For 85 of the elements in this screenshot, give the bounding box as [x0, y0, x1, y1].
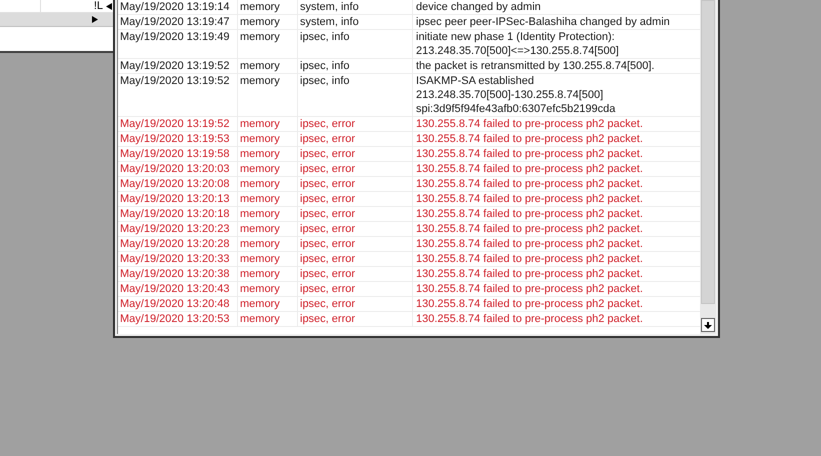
buffer-cell: memory	[238, 237, 298, 251]
message-line: 130.255.8.74 failed to pre-process ph2 packet.	[416, 237, 644, 251]
time-cell: May/19/2020 13:19:58	[118, 147, 238, 161]
message-line: 213.248.35.70[500]<=>130.255.8.74[500]	[416, 44, 620, 58]
topics-cell: ipsec, error	[298, 117, 413, 131]
buffer-cell: memory	[238, 0, 298, 14]
topics-cell: system, info	[298, 15, 413, 29]
time-cell: May/19/2020 13:19:49	[118, 30, 238, 58]
buffer-cell: memory	[238, 177, 298, 191]
message-line: 130.255.8.74 failed to pre-process ph2 packet.	[416, 147, 644, 161]
time-cell: May/19/2020 13:20:48	[118, 297, 238, 311]
topics-cell: ipsec, error	[298, 267, 413, 281]
message-line: device changed by admin	[416, 0, 542, 14]
buffer-cell: memory	[238, 192, 298, 206]
buffer-cell: memory	[238, 282, 298, 296]
message-line: ipsec peer peer-IPSec-Balashiha changed by admin	[416, 15, 671, 29]
buffer-cell: memory	[238, 267, 298, 281]
message-line: 130.255.8.74 failed to pre-process ph2 packet.	[416, 267, 644, 281]
buffer-cell: memory	[238, 74, 298, 116]
topics-cell: ipsec, error	[298, 132, 413, 146]
time-cell: May/19/2020 13:20:43	[118, 282, 238, 296]
message-line: 130.255.8.74 failed to pre-process ph2 packet.	[416, 162, 644, 176]
time-cell: May/19/2020 13:19:53	[118, 132, 238, 146]
time-cell: May/19/2020 13:20:38	[118, 267, 238, 281]
down-arrow-icon	[704, 322, 712, 328]
time-cell: May/19/2020 13:19:52	[118, 117, 238, 131]
time-cell: May/19/2020 13:20:33	[118, 252, 238, 266]
buffer-cell: memory	[238, 252, 298, 266]
buffer-cell: memory	[238, 207, 298, 221]
time-cell: May/19/2020 13:19:47	[118, 15, 238, 29]
buffer-cell: memory	[238, 147, 298, 161]
time-cell: May/19/2020 13:19:14	[118, 0, 238, 14]
buffer-cell: memory	[238, 15, 298, 29]
time-cell: May/19/2020 13:20:13	[118, 192, 238, 206]
topics-cell: ipsec, info	[298, 74, 413, 116]
topics-cell: ipsec, error	[298, 162, 413, 176]
time-cell: May/19/2020 13:20:08	[118, 177, 238, 191]
message-line: the packet is retransmitted by 130.255.8.74[500].	[416, 59, 656, 73]
buffer-cell: memory	[238, 162, 298, 176]
time-cell: May/19/2020 13:19:52	[118, 59, 238, 73]
topics-cell: ipsec, error	[298, 222, 413, 236]
time-cell: May/19/2020 13:20:23	[118, 222, 238, 236]
time-cell: May/19/2020 13:19:52	[118, 74, 238, 116]
time-cell: May/19/2020 13:20:03	[118, 162, 238, 176]
message-line: 130.255.8.74 failed to pre-process ph2 packet.	[416, 132, 644, 146]
topics-cell: ipsec, error	[298, 192, 413, 206]
message-line: ISAKMP-SA established	[416, 74, 536, 88]
topics-cell: ipsec, error	[298, 207, 413, 221]
message-line: 130.255.8.74 failed to pre-process ph2 packet.	[416, 297, 644, 311]
message-line: 130.255.8.74 failed to pre-process ph2 packet.	[416, 222, 644, 236]
message-line: 130.255.8.74 failed to pre-process ph2 packet.	[416, 282, 644, 296]
message-line: 130.255.8.74 failed to pre-process ph2 packet.	[416, 192, 644, 206]
time-cell: May/19/2020 13:20:18	[118, 207, 238, 221]
time-cell: May/19/2020 13:20:28	[118, 237, 238, 251]
topics-cell: ipsec, error	[298, 282, 413, 296]
scrollbar-thumb[interactable]	[701, 0, 715, 304]
message-line: 130.255.8.74 failed to pre-process ph2 packet.	[416, 117, 644, 131]
message-line: initiate new phase 1 (Identity Protection):	[416, 30, 616, 44]
message-line: spi:3d9f5f94fe43afb0:6307efc5b2199cda	[416, 102, 616, 116]
topics-cell: ipsec, error	[298, 237, 413, 251]
time-cell: May/19/2020 13:20:53	[118, 312, 238, 326]
scroll-right-arrow-icon[interactable]	[92, 16, 98, 23]
topics-cell: ipsec, error	[298, 177, 413, 191]
buffer-cell: memory	[238, 312, 298, 326]
message-line: 130.255.8.74 failed to pre-process ph2 packet.	[416, 177, 644, 191]
topics-cell: ipsec, info	[298, 59, 413, 73]
message-line: 130.255.8.74 failed to pre-process ph2 packet.	[416, 312, 644, 326]
topics-cell: ipsec, error	[298, 297, 413, 311]
buffer-cell: memory	[238, 222, 298, 236]
topics-cell: ipsec, error	[298, 312, 413, 326]
message-line: 130.255.8.74 failed to pre-process ph2 packet.	[416, 207, 644, 221]
scroll-down-button[interactable]	[701, 318, 715, 332]
message-line: 130.255.8.74 failed to pre-process ph2 packet.	[416, 252, 644, 266]
buffer-cell: memory	[238, 132, 298, 146]
buffer-cell: memory	[238, 297, 298, 311]
scroll-left-arrow-icon[interactable]	[106, 2, 112, 10]
cell-text: !L	[94, 0, 103, 12]
buffer-cell: memory	[238, 30, 298, 58]
message-line: 213.248.35.70[500]-130.255.8.74[500]	[416, 88, 604, 102]
buffer-cell: memory	[238, 59, 298, 73]
topics-cell: ipsec, error	[298, 147, 413, 161]
topics-cell: ipsec, info	[298, 30, 413, 58]
buffer-cell: memory	[238, 117, 298, 131]
topics-cell: ipsec, error	[298, 252, 413, 266]
topics-cell: system, info	[298, 0, 413, 14]
